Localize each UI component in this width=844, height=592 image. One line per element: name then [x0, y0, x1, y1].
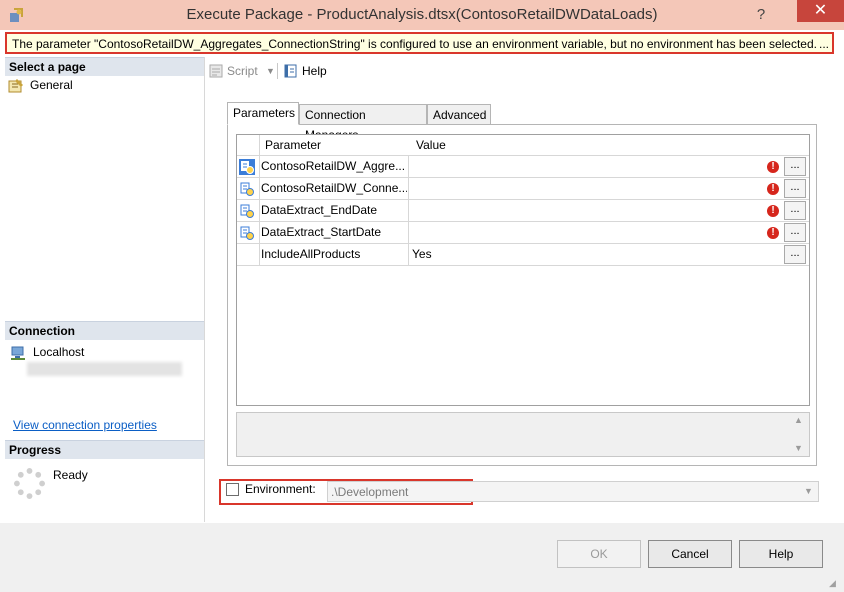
ok-button[interactable]: OK: [557, 540, 641, 568]
view-connection-properties-link[interactable]: View connection properties: [13, 418, 157, 432]
environment-label: Environment:: [245, 482, 316, 496]
edit-value-button[interactable]: ...: [784, 245, 806, 264]
cancel-button[interactable]: Cancel: [648, 540, 732, 568]
page-item-label: General: [30, 78, 73, 92]
chevron-down-icon: ▼: [804, 486, 813, 496]
table-row[interactable]: ContosoRetailDW_Aggre... ! ...: [237, 156, 809, 178]
table-row[interactable]: IncludeAllProducts Yes ...: [237, 244, 809, 266]
close-button[interactable]: ✕: [797, 0, 844, 22]
error-icon: !: [767, 183, 779, 195]
parameter-name: IncludeAllProducts: [261, 247, 361, 261]
table-row[interactable]: DataExtract_StartDate ! ...: [237, 222, 809, 244]
tab-parameters[interactable]: Parameters: [227, 102, 299, 125]
parameters-grid: Parameter Value ContosoRetailDW_Aggre...…: [236, 134, 810, 406]
parameter-name: DataExtract_EndDate: [261, 203, 378, 217]
parameter-name: ContosoRetailDW_Aggre...: [261, 159, 406, 173]
environment-checkbox[interactable]: [226, 483, 239, 496]
window-title: Execute Package - ProductAnalysis.dtsx(C…: [186, 6, 658, 23]
parameter-icon: [239, 159, 255, 175]
script-dropdown-icon: ▼: [266, 66, 275, 76]
toolbar-separator: [277, 63, 278, 79]
script-icon: [209, 64, 223, 78]
warning-bar[interactable]: The parameter "ContosoRetailDW_Aggregate…: [5, 32, 834, 54]
progress-spinner-icon: [14, 468, 45, 499]
parameter-value[interactable]: [412, 156, 712, 177]
redacted-user: [27, 362, 182, 376]
toolbar: Script ▼ Help: [205, 58, 839, 82]
tab-connection-managers[interactable]: Connection Managers: [299, 104, 427, 142]
error-icon: !: [767, 205, 779, 217]
server-icon: [11, 346, 25, 360]
environment-value: .\Development: [331, 485, 409, 499]
grid-header-row: Parameter Value: [237, 135, 809, 156]
page-item-general[interactable]: General: [8, 77, 188, 95]
edit-value-button[interactable]: ...: [784, 201, 806, 220]
parameter-name: DataExtract_StartDate: [261, 225, 382, 239]
progress-header: Progress: [5, 440, 204, 459]
title-bar: Execute Package - ProductAnalysis.dtsx(C…: [0, 0, 844, 30]
column-header-parameter: Parameter: [265, 138, 322, 152]
table-row[interactable]: ContosoRetailDW_Conne... ! ...: [237, 178, 809, 200]
progress-status: Ready: [53, 468, 88, 482]
edit-value-button[interactable]: ...: [784, 223, 806, 242]
environment-select[interactable]: .\Development ▼: [327, 481, 819, 502]
parameter-value[interactable]: [412, 222, 712, 243]
warning-more[interactable]: ...: [819, 37, 829, 51]
help-button[interactable]: Help: [739, 540, 823, 568]
parameter-value[interactable]: [412, 200, 712, 221]
warning-message: The parameter "ContosoRetailDW_Aggregate…: [12, 37, 817, 51]
help-book-icon: [284, 64, 297, 78]
error-icon: !: [767, 227, 779, 239]
help-toolbar-label: Help: [302, 64, 327, 78]
error-icon: !: [767, 161, 779, 173]
column-header-value: Value: [416, 138, 446, 152]
edit-value-button[interactable]: ...: [784, 157, 806, 176]
parameter-icon: [240, 204, 254, 218]
script-label: Script: [227, 64, 258, 78]
parameter-icon: [240, 182, 254, 196]
left-pane: Select a page General Connection Localho…: [5, 57, 205, 522]
parameter-icon: [240, 226, 254, 240]
edit-value-button[interactable]: ...: [784, 179, 806, 198]
parameter-value[interactable]: [412, 178, 712, 199]
parameter-name: ContosoRetailDW_Conne...: [261, 181, 407, 195]
app-icon: [10, 8, 23, 22]
row-header-divider: [259, 135, 260, 266]
scroll-down-icon[interactable]: ▼: [794, 443, 803, 453]
table-row[interactable]: DataExtract_EndDate ! ...: [237, 200, 809, 222]
select-page-header: Select a page: [5, 57, 204, 76]
connection-server: Localhost: [33, 345, 85, 359]
title-help-button[interactable]: ?: [750, 5, 772, 25]
script-button[interactable]: Script ▼: [208, 62, 275, 80]
help-toolbar-button[interactable]: Help: [283, 62, 329, 80]
parameter-value[interactable]: Yes: [412, 244, 712, 265]
connection-header: Connection: [5, 321, 204, 340]
tab-advanced[interactable]: Advanced: [427, 104, 491, 125]
scroll-up-icon[interactable]: ▲: [794, 415, 803, 425]
general-page-icon: [8, 79, 23, 93]
resize-grip-icon[interactable]: ◢: [829, 578, 836, 589]
description-area: ▲ ▼: [236, 412, 810, 457]
